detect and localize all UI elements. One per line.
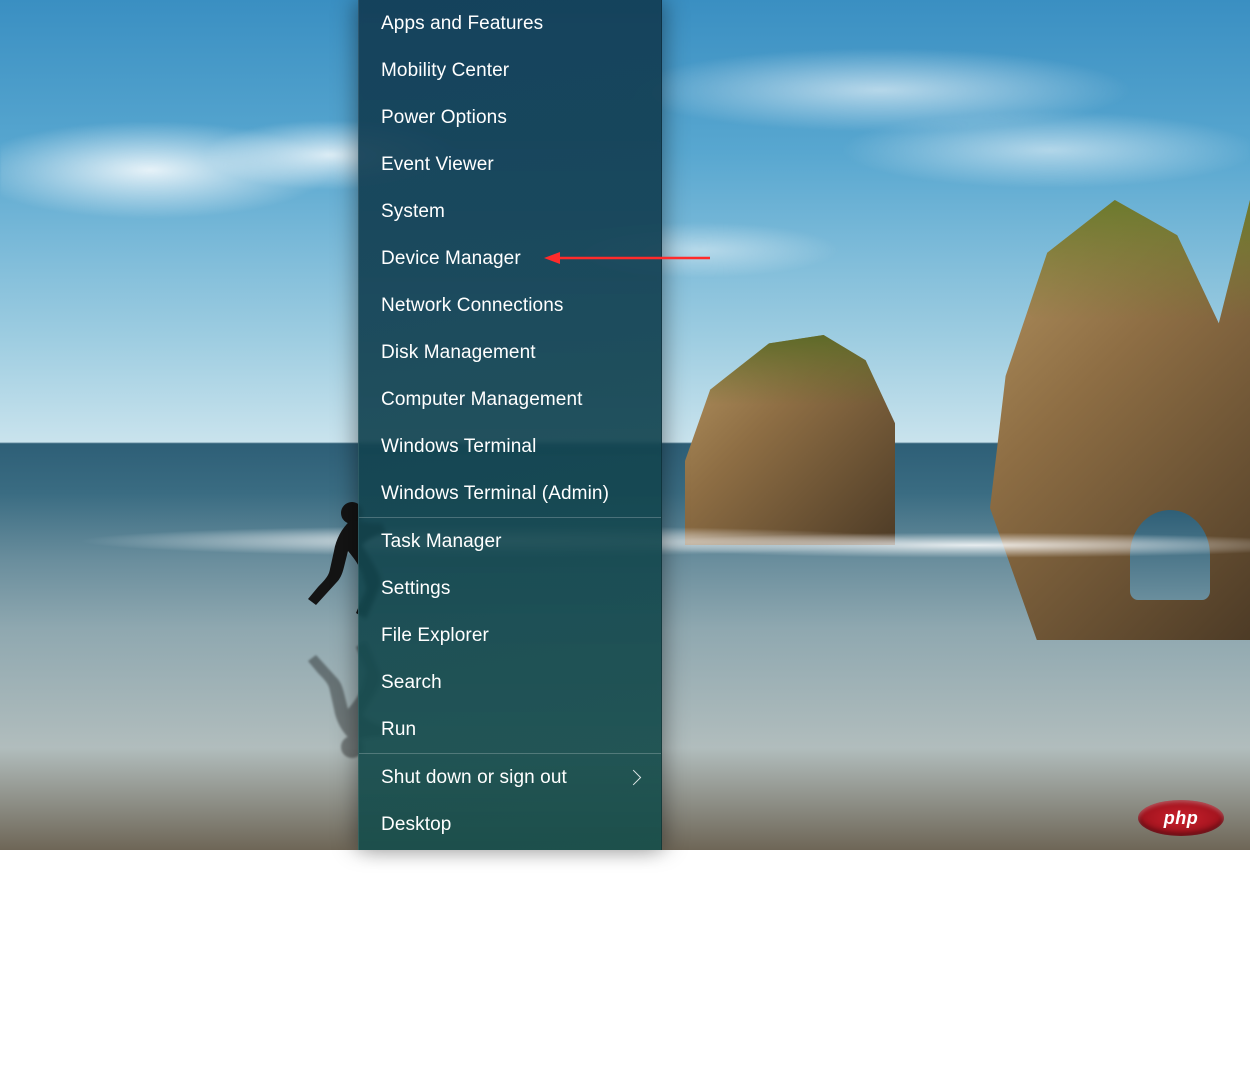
- menu-item-settings[interactable]: Settings: [359, 565, 661, 612]
- menu-item-label: Apps and Features: [381, 13, 543, 35]
- menu-item-label: Event Viewer: [381, 154, 494, 176]
- menu-item-label: Windows Terminal: [381, 436, 536, 458]
- menu-item-windows-terminal[interactable]: Windows Terminal: [359, 423, 661, 470]
- menu-item-label: Windows Terminal (Admin): [381, 483, 609, 505]
- watermark-text: php: [1164, 808, 1199, 829]
- menu-item-label: File Explorer: [381, 625, 489, 647]
- watermark-badge: php: [1138, 800, 1224, 836]
- menu-item-desktop[interactable]: Desktop: [359, 801, 661, 848]
- menu-item-label: Mobility Center: [381, 60, 509, 82]
- menu-item-label: Shut down or sign out: [381, 767, 567, 789]
- menu-item-label: System: [381, 201, 445, 223]
- menu-item-label: Settings: [381, 578, 450, 600]
- menu-item-computer-management[interactable]: Computer Management: [359, 376, 661, 423]
- menu-item-device-manager[interactable]: Device Manager: [359, 235, 661, 282]
- menu-item-label: Disk Management: [381, 342, 536, 364]
- menu-item-search[interactable]: Search: [359, 659, 661, 706]
- menu-item-task-manager[interactable]: Task Manager: [359, 518, 661, 565]
- menu-item-label: Task Manager: [381, 531, 502, 553]
- menu-item-network-connections[interactable]: Network Connections: [359, 282, 661, 329]
- menu-item-label: Computer Management: [381, 389, 583, 411]
- menu-item-label: Power Options: [381, 107, 507, 129]
- menu-item-label: Run: [381, 719, 416, 741]
- menu-item-windows-terminal-admin[interactable]: Windows Terminal (Admin): [359, 470, 661, 517]
- menu-item-file-explorer[interactable]: File Explorer: [359, 612, 661, 659]
- winx-menu[interactable]: Apps and Features Mobility Center Power …: [358, 0, 662, 850]
- menu-item-label: Device Manager: [381, 248, 521, 270]
- menu-item-apps-and-features[interactable]: Apps and Features: [359, 0, 661, 47]
- menu-item-power-options[interactable]: Power Options: [359, 94, 661, 141]
- chevron-right-icon: [626, 770, 642, 786]
- menu-item-label: Network Connections: [381, 295, 563, 317]
- menu-item-label: Search: [381, 672, 442, 694]
- menu-item-event-viewer[interactable]: Event Viewer: [359, 141, 661, 188]
- menu-item-shut-down-or-sign-out[interactable]: Shut down or sign out: [359, 754, 661, 801]
- menu-item-run[interactable]: Run: [359, 706, 661, 753]
- menu-item-system[interactable]: System: [359, 188, 661, 235]
- menu-item-label: Desktop: [381, 814, 451, 836]
- menu-item-disk-management[interactable]: Disk Management: [359, 329, 661, 376]
- menu-item-mobility-center[interactable]: Mobility Center: [359, 47, 661, 94]
